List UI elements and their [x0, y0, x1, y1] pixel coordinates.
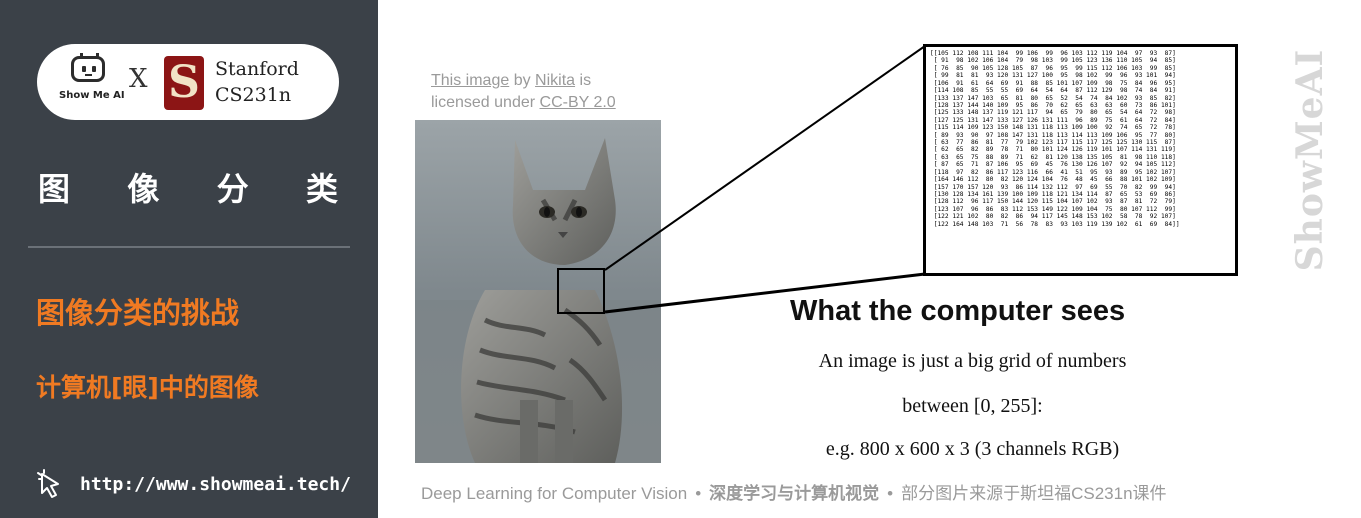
category-char: 分 [216, 170, 249, 208]
website-url[interactable]: http://www.showmeai.tech/ [80, 474, 351, 495]
matrix-row: [123 107 96 86 83 112 153 149 122 109 10… [930, 205, 1176, 213]
matrix-row: [127 125 131 147 133 127 126 131 111 96 … [930, 116, 1176, 124]
matrix-row: [114 108 85 55 55 69 64 54 64 87 112 129… [930, 87, 1176, 95]
license-link[interactable]: CC-BY 2.0 [540, 94, 616, 111]
matrix-row: [ 63 77 86 81 77 79 102 123 117 115 117 … [930, 139, 1176, 147]
matrix-row: [ 62 65 82 89 78 71 80 101 124 126 119 1… [930, 146, 1176, 154]
description-line: between [0, 255]: [902, 395, 1043, 417]
cat-illustration [415, 120, 661, 463]
course-code: CS231n [215, 84, 292, 106]
website-link[interactable]: http://www.showmeai.tech/ [36, 469, 351, 499]
image-link[interactable]: This image [431, 72, 509, 89]
matrix-row: [164 146 112 80 82 120 124 104 76 48 45 … [930, 176, 1176, 184]
vertical-brand-text: ShowMeAI [1289, 48, 1331, 272]
sidebar: Show Me AI X S Stanford CS231n 图 像 分 类 图… [0, 0, 378, 518]
category-char: 像 [127, 170, 160, 208]
robot-icon [71, 53, 105, 82]
footer-separator: • [695, 484, 702, 503]
vertical-brand-watermark: ShowMeAI [1289, 40, 1331, 280]
showmeai-logo: Show Me AI [59, 53, 125, 112]
author-link[interactable]: Nikita [535, 72, 575, 89]
stanford-name: Stanford [215, 58, 299, 80]
image-attribution: This image by Nikita is licensed under C… [431, 70, 616, 114]
pixel-value-matrix: [[105 112 108 111 104 99 106 99 96 103 1… [923, 44, 1238, 276]
stanford-logo: S [164, 56, 204, 110]
matrix-row: [133 137 147 103 65 81 80 65 52 54 74 84… [930, 94, 1176, 102]
category-char: 图 [37, 170, 70, 208]
stanford-course-label: Stanford CS231n [215, 56, 299, 108]
logo-banner: Show Me AI X S Stanford CS231n [37, 44, 339, 120]
matrix-row: [ 91 98 102 106 104 79 98 103 99 105 123… [930, 57, 1176, 65]
matrix-row: [122 121 102 80 82 86 94 117 145 148 153… [930, 213, 1176, 221]
collab-x: X [129, 64, 148, 94]
matrix-row: [125 133 148 137 119 121 117 94 65 79 80… [930, 109, 1176, 117]
cursor-click-icon [37, 469, 59, 498]
matrix-row: [157 170 157 120 93 86 114 132 112 97 69… [930, 183, 1176, 191]
matrix-row: [[105 112 108 111 104 99 106 99 96 103 1… [930, 50, 1176, 57]
matrix-row: [128 137 144 140 109 95 86 70 62 65 63 6… [930, 101, 1176, 109]
divider [28, 246, 350, 248]
attribution-licensed: licensed under [431, 94, 540, 111]
section-subheading: 计算机[眼]中的图像 [36, 373, 259, 402]
footer: Deep Learning for Computer Vision • 深度学习与计… [421, 479, 1167, 504]
cat-photo [415, 120, 661, 463]
matrix-row: [ 99 81 81 93 120 131 127 100 95 98 102 … [930, 72, 1176, 80]
showmeai-logo-label: Show Me AI [59, 90, 125, 101]
description-line: e.g. 800 x 600 x 3 (3 channels RGB) [825, 438, 1120, 460]
attribution-by: by [509, 72, 536, 89]
footer-separator: • [887, 484, 894, 503]
description-line: An image is just a big grid of numbers [818, 350, 1127, 372]
matrix-row: [106 91 61 64 69 91 88 85 101 107 109 98… [930, 79, 1176, 87]
attribution-is: is [575, 72, 592, 89]
matrix-row: [122 164 148 103 71 56 78 83 93 103 119 … [930, 220, 1180, 228]
footer-source: 部分图片来源于斯坦福CS231n课件 [901, 484, 1167, 503]
slide-title: What the computer sees [790, 295, 1126, 327]
matrix-row: [ 76 85 90 105 128 105 87 96 95 99 115 1… [930, 64, 1176, 72]
matrix-row: [128 112 96 117 150 144 120 115 104 107 … [930, 198, 1176, 206]
category-title: 图 像 分 类 [36, 164, 340, 210]
footer-course: Deep Learning for Computer Vision [421, 484, 688, 503]
matrix-row: [115 114 109 123 150 148 131 118 113 109… [930, 124, 1176, 132]
section-heading: 图像分类的挑战 [36, 296, 240, 330]
zoom-region-box [557, 268, 605, 314]
matrix-row: [ 89 93 90 97 108 147 131 118 113 114 11… [930, 131, 1176, 139]
matrix-row: [118 97 82 86 117 123 116 66 41 51 95 93… [930, 168, 1176, 176]
matrix-row: [ 87 65 71 87 106 95 69 45 76 130 126 10… [930, 161, 1176, 169]
matrix-row: [ 63 65 75 88 89 71 62 81 120 138 135 10… [930, 153, 1176, 161]
footer-cn-title: 深度学习与计算机视觉 [709, 484, 880, 503]
matrix-row: [130 128 134 161 139 100 109 118 121 134… [930, 191, 1176, 199]
category-char: 类 [305, 170, 338, 208]
